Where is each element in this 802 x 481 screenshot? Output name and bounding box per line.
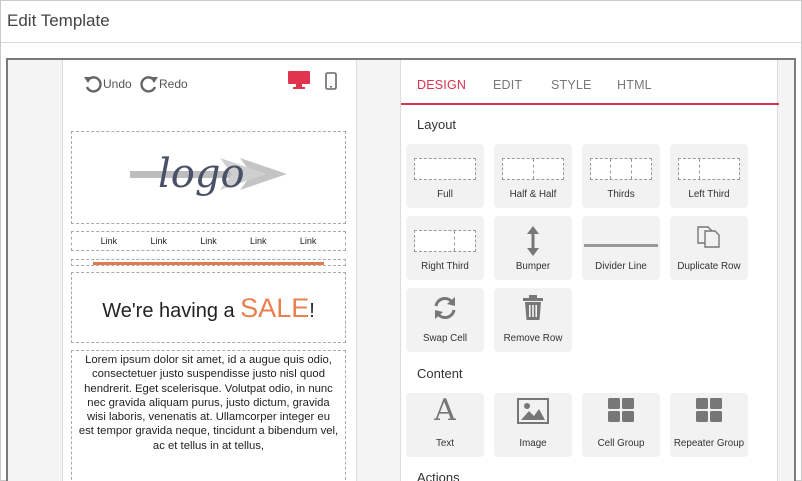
design-panel: DESIGN EDIT STYLE HTML Layout Full Half … xyxy=(400,60,779,481)
actions-heading: Actions xyxy=(417,470,460,481)
tile-label: Image xyxy=(519,438,547,449)
layout-thirds-tile[interactable]: Thirds xyxy=(582,144,660,208)
undo-icon xyxy=(83,74,103,94)
half-layout-icon xyxy=(502,158,564,180)
image-tile[interactable]: Image xyxy=(494,393,572,457)
tile-label: Swap Cell xyxy=(422,333,468,344)
copy-icon xyxy=(697,226,720,248)
page-header: Edit Template xyxy=(1,1,801,43)
repeater-group-tile[interactable]: Repeater Group xyxy=(670,393,748,457)
divider-line xyxy=(93,262,324,265)
remove-row-tile[interactable]: Remove Row xyxy=(494,288,572,352)
mobile-icon xyxy=(325,72,337,90)
left-third-layout-icon xyxy=(678,158,740,180)
image-icon xyxy=(517,398,549,424)
tile-label: Left Third xyxy=(688,189,730,200)
sale-suffix: ! xyxy=(309,300,315,322)
tile-label: Half & Half xyxy=(509,189,557,200)
grid-icon xyxy=(608,398,634,422)
redo-icon xyxy=(139,74,159,94)
swap-cell-tile[interactable]: Swap Cell xyxy=(406,288,484,352)
redo-button[interactable]: Redo xyxy=(139,74,188,94)
tab-html[interactable]: HTML xyxy=(617,78,652,92)
sale-word: SALE xyxy=(240,293,310,323)
logo-image: logo xyxy=(130,151,287,197)
grid-icon xyxy=(696,398,722,422)
links-block[interactable]: Link Link Link Link Link xyxy=(71,231,346,251)
bumper-tile[interactable]: Bumper xyxy=(494,216,572,280)
body-text-block[interactable]: Lorem ipsum dolor sit amet, id a augue q… xyxy=(71,350,346,481)
cell-group-tile[interactable]: Cell Group xyxy=(582,393,660,457)
right-third-layout-icon xyxy=(414,230,476,252)
tile-label: Cell Group xyxy=(597,438,645,449)
desktop-icon xyxy=(288,71,310,89)
tile-label: Full xyxy=(437,189,453,200)
text-tile[interactable]: A Text xyxy=(406,393,484,457)
nav-link[interactable]: Link xyxy=(200,236,217,246)
trash-icon xyxy=(523,295,543,320)
content-heading: Content xyxy=(417,366,463,381)
edit-template-window: Edit Template Undo Redo logo Link Link L… xyxy=(0,0,802,481)
layout-half-tile[interactable]: Half & Half xyxy=(494,144,572,208)
sale-block[interactable]: We're having a SALE! xyxy=(71,272,346,343)
panel-tabs: DESIGN EDIT STYLE HTML xyxy=(401,60,779,105)
tile-label: Divider Line xyxy=(595,261,647,272)
tab-style[interactable]: STYLE xyxy=(551,78,592,92)
tile-label: Thirds xyxy=(607,189,635,200)
tile-label: Right Third xyxy=(421,261,469,272)
thirds-layout-icon xyxy=(590,158,652,180)
divider-block[interactable] xyxy=(71,259,346,266)
page-title: Edit Template xyxy=(7,11,110,30)
nav-link[interactable]: Link xyxy=(101,236,118,246)
layout-right-third-tile[interactable]: Right Third xyxy=(406,216,484,280)
tab-design[interactable]: DESIGN xyxy=(417,78,466,92)
layout-left-third-tile[interactable]: Left Third xyxy=(670,144,748,208)
email-preview: Undo Redo logo Link Link Link Link Link … xyxy=(62,60,357,481)
divider-line-icon xyxy=(584,244,658,247)
tile-label: Text xyxy=(436,438,454,449)
vertical-arrows-icon xyxy=(527,226,539,256)
undo-button[interactable]: Undo xyxy=(83,74,132,94)
divider-line-tile[interactable]: Divider Line xyxy=(582,216,660,280)
nav-link[interactable]: Link xyxy=(250,236,267,246)
tab-edit[interactable]: EDIT xyxy=(493,78,522,92)
full-layout-icon xyxy=(414,158,476,180)
tile-label: Bumper xyxy=(515,261,551,272)
sale-heading: We're having a SALE! xyxy=(72,293,345,324)
mobile-view-button[interactable] xyxy=(325,72,337,95)
tile-label: Remove Row xyxy=(503,333,563,344)
tile-label: Duplicate Row xyxy=(677,261,741,272)
nav-link[interactable]: Link xyxy=(150,236,167,246)
active-tab-indicator xyxy=(401,103,779,105)
duplicate-row-tile[interactable]: Duplicate Row xyxy=(670,216,748,280)
layout-heading: Layout xyxy=(417,117,457,132)
logo-text: logo xyxy=(158,151,245,197)
layout-full-tile[interactable]: Full xyxy=(406,144,484,208)
undo-label: Undo xyxy=(103,77,132,91)
sale-prefix: We're having a xyxy=(102,300,241,322)
desktop-view-button[interactable] xyxy=(287,70,311,95)
body-text: Lorem ipsum dolor sit amet, id a augue q… xyxy=(78,354,339,452)
nav-link[interactable]: Link xyxy=(300,236,317,246)
letter-a-icon: A xyxy=(434,393,456,428)
redo-label: Redo xyxy=(159,77,188,91)
refresh-icon xyxy=(434,297,456,319)
logo-block[interactable]: logo xyxy=(71,131,346,224)
editor-workspace: Undo Redo logo Link Link Link Link Link … xyxy=(6,58,796,481)
tile-label: Repeater Group xyxy=(673,438,745,449)
